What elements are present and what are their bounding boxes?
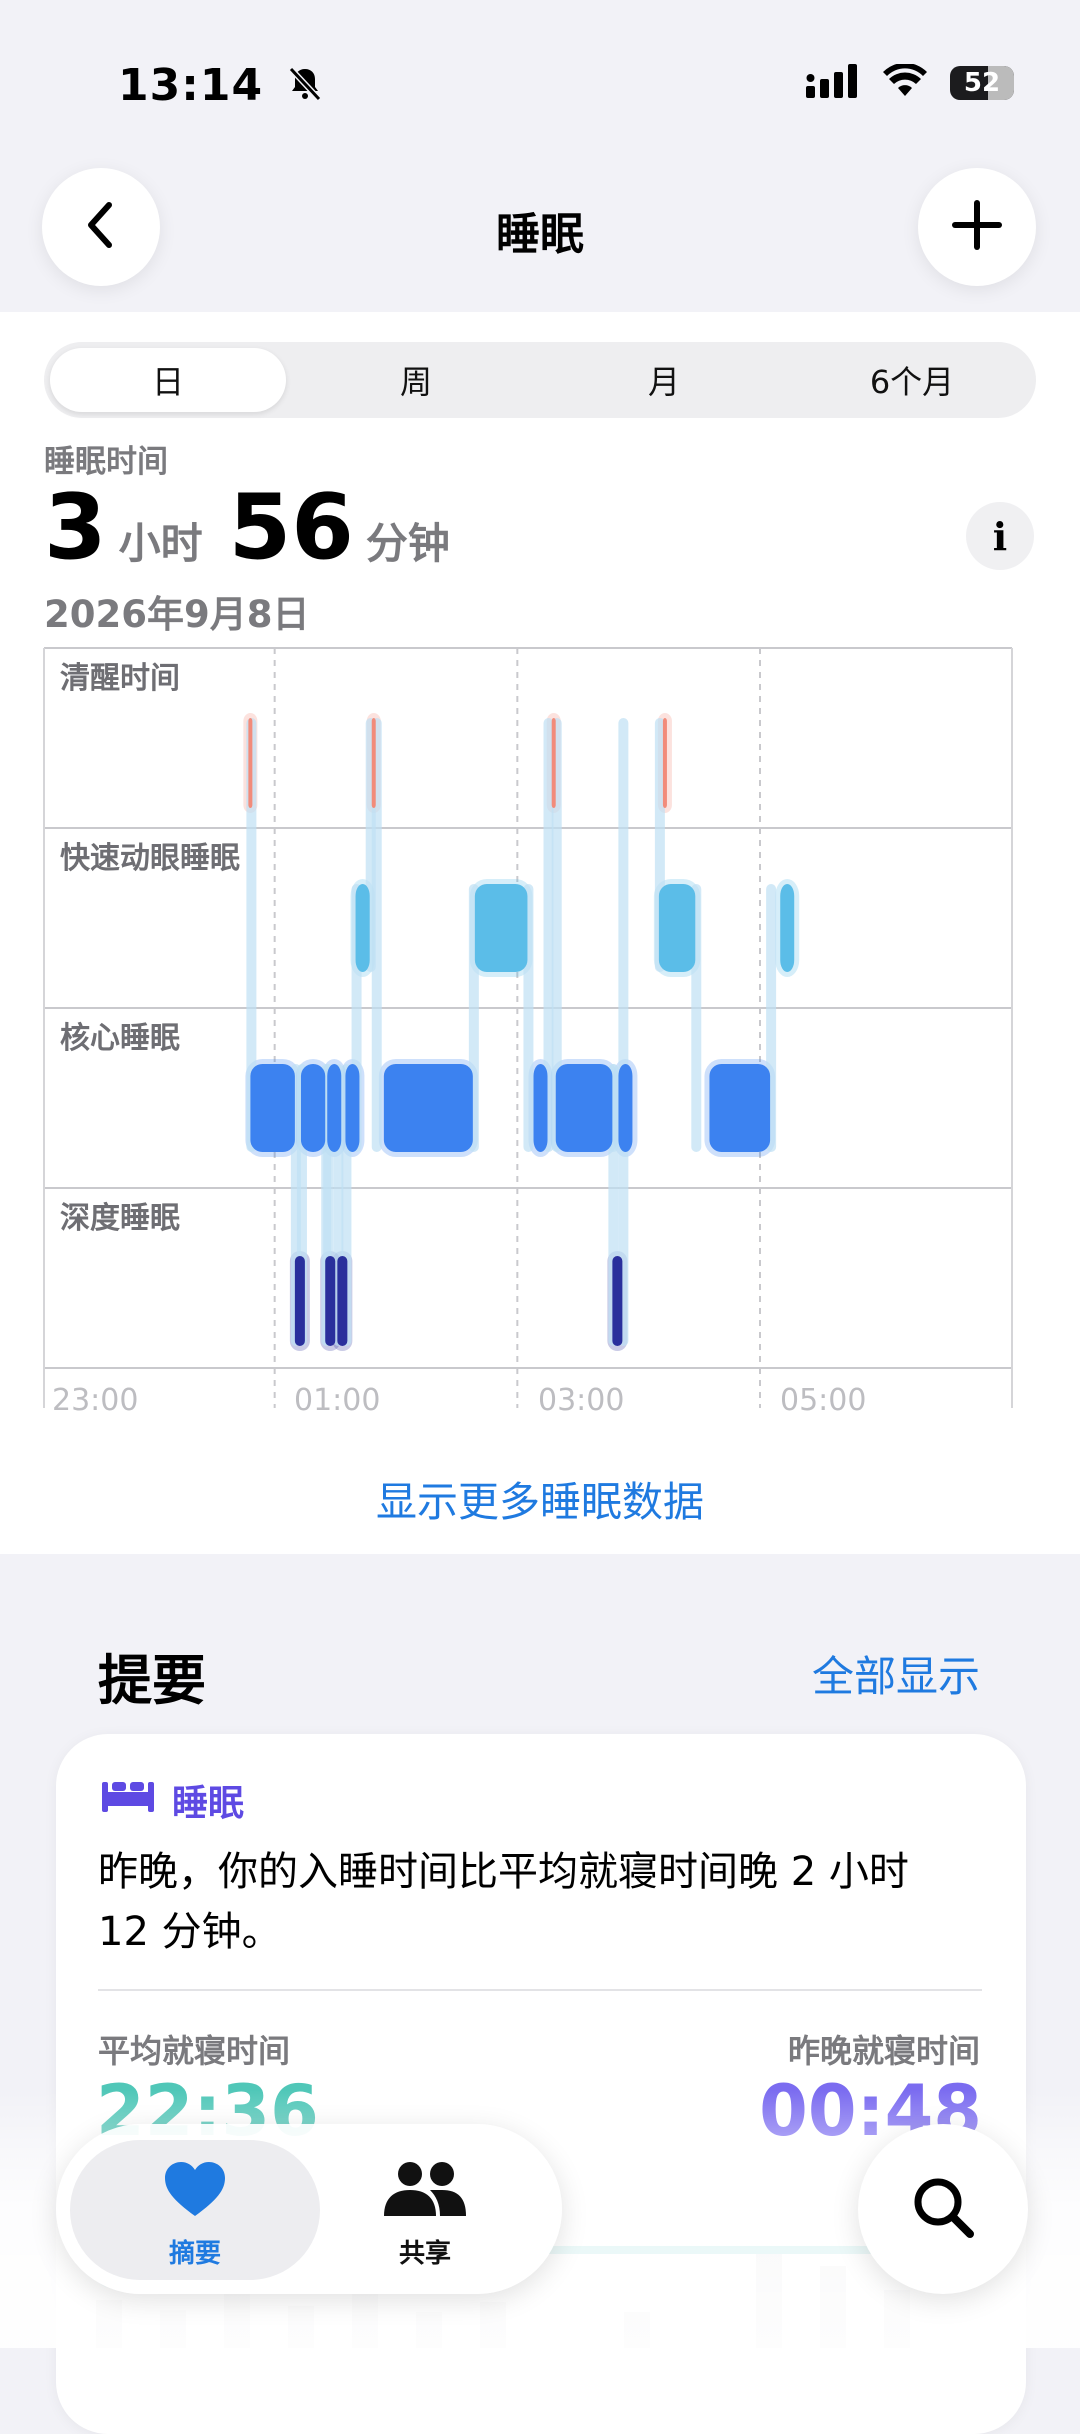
duration-minutes: 56	[228, 475, 354, 580]
plus-icon	[951, 199, 1003, 255]
battery-icon: 52	[950, 66, 1014, 100]
metric-date: 2026年9月8日	[44, 593, 310, 636]
stage-label: 快速动眼睡眠	[60, 841, 240, 876]
stage-block-core	[555, 1064, 613, 1152]
sleep-duration: 3 小时 56 分钟	[44, 478, 464, 578]
people-icon	[382, 2160, 468, 2225]
duration-hours-unit: 小时	[118, 519, 203, 568]
tab-summary-label: 摘要	[168, 2239, 221, 2269]
highlight-divider	[98, 1989, 982, 1991]
stage-block-core	[533, 1064, 548, 1152]
x-tick-label: 03:00	[538, 1383, 624, 1418]
stage-block-core	[345, 1064, 360, 1152]
cellular-icon	[806, 64, 860, 102]
duration-hours: 3	[44, 475, 107, 580]
x-tick-label: 05:00	[780, 1383, 866, 1418]
stage-block-rem	[780, 884, 795, 972]
stage-block-deep	[325, 1256, 336, 1346]
x-tick-label: 01:00	[294, 1383, 380, 1418]
segment-6-months[interactable]: 6个月	[788, 342, 1036, 418]
stage-block-awake	[662, 718, 667, 808]
wifi-icon	[882, 62, 928, 102]
stage-block-awake	[371, 718, 376, 808]
highlight-text: 昨晚，你的入睡时间比平均就寝时间晚 2 小时 12 分钟。	[98, 1849, 909, 1955]
period-segmented-control: 日 周 月 6个月	[44, 342, 1036, 418]
segment-week[interactable]: 周	[292, 342, 540, 418]
stage-block-core	[709, 1064, 771, 1152]
stage-label: 清醒时间	[60, 661, 180, 696]
stage-block-deep	[294, 1256, 305, 1346]
search-button[interactable]	[858, 2124, 1028, 2294]
highlight-category-label: 睡眠	[172, 1783, 245, 1824]
status-icons: 52	[806, 62, 1014, 102]
stage-block-deep	[612, 1256, 623, 1346]
status-time: 13:14	[118, 60, 325, 114]
highlights-title: 提要	[98, 1649, 206, 1712]
info-button[interactable]: i	[966, 502, 1034, 570]
show-more-sleep-data-link[interactable]: 显示更多睡眠数据	[0, 1468, 1080, 1528]
stage-block-core	[250, 1064, 295, 1152]
bed-icon	[100, 1778, 156, 1823]
segment-day[interactable]: 日	[44, 342, 292, 418]
stage-transition	[618, 718, 629, 1346]
x-tick-label: 23:00	[52, 1383, 138, 1418]
search-icon	[910, 2174, 976, 2244]
bell-slash-icon	[285, 63, 325, 114]
stage-block-core	[618, 1064, 633, 1152]
info-icon: i	[992, 513, 1008, 559]
stage-block-rem	[658, 884, 696, 972]
highlight-category: 睡眠	[100, 1774, 244, 1826]
stage-block-core	[383, 1064, 473, 1152]
stage-block-awake	[551, 718, 556, 808]
sleep-stages-chart: 清醒时间快速动眼睡眠核心睡眠深度睡眠 23:00 01:00 03:00 05:00	[43, 647, 1013, 1418]
tab-summary[interactable]: 摘要	[120, 2160, 270, 2270]
stage-block-awake	[248, 718, 253, 808]
tab-sharing[interactable]: 共享	[350, 2160, 500, 2270]
duration-minutes-unit: 分钟	[365, 519, 450, 568]
segment-month[interactable]: 月	[540, 342, 788, 418]
stage-label: 深度睡眠	[60, 1201, 180, 1236]
add-data-button[interactable]	[918, 168, 1036, 286]
avg-bedtime-label: 平均就寝时间	[98, 2032, 291, 2070]
last-night-bedtime-label: 昨晚就寝时间	[787, 2032, 980, 2070]
stage-block-rem	[474, 884, 528, 972]
stage-block-rem	[355, 884, 370, 972]
show-all-highlights-link[interactable]: 全部显示	[812, 1643, 980, 1704]
stage-block-deep	[337, 1256, 348, 1346]
stage-block-core	[300, 1064, 326, 1152]
stage-label: 核心睡眠	[60, 1021, 180, 1056]
stage-block-core	[327, 1064, 342, 1152]
heart-icon	[163, 2160, 227, 2225]
tab-sharing-label: 共享	[398, 2239, 451, 2269]
